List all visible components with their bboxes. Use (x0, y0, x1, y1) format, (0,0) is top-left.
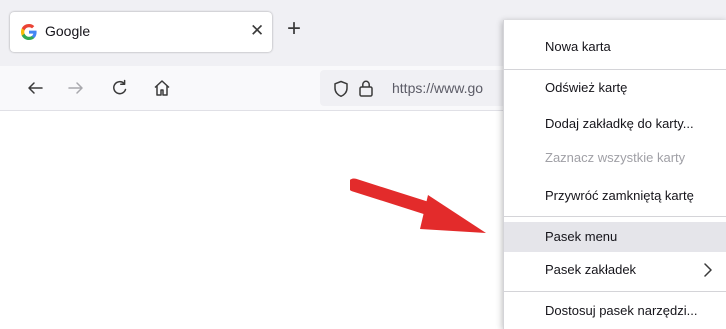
menu-item-new-tab[interactable]: Nowa karta (504, 32, 726, 62)
menu-item-label: Odśwież kartę (545, 80, 628, 95)
menu-item-customize-toolbar[interactable]: Dostosuj pasek narzędzi... (504, 296, 726, 326)
menu-item-bookmarks-toolbar[interactable]: Pasek zakładek (504, 255, 726, 285)
tab-close-icon[interactable]: ✕ (250, 21, 264, 41)
arrow-right-icon[interactable] (66, 78, 86, 98)
url-text[interactable]: https://www.go (392, 80, 483, 96)
menu-item-select-all-tabs: Zaznacz wszystkie karty (504, 143, 726, 173)
menu-item-label: Pasek menu (545, 229, 618, 244)
lock-icon[interactable] (358, 79, 374, 97)
new-tab-button[interactable]: + (287, 17, 301, 41)
tab-title: Google (45, 23, 91, 39)
shield-icon[interactable] (333, 80, 349, 98)
menu-item-reopen-closed-tab[interactable]: Przywróć zamkniętą kartę (504, 181, 726, 211)
menu-item-label: Dodaj zakładkę do karty... (545, 116, 694, 131)
menu-item-label: Dostosuj pasek narzędzi... (545, 303, 698, 318)
menu-item-label: Nowa karta (545, 39, 611, 54)
menu-item-label: Pasek zakładek (545, 262, 637, 277)
red-arrow-icon (350, 178, 486, 233)
menu-item-label: Przywróć zamkniętą kartę (545, 188, 694, 203)
home-icon[interactable] (152, 78, 172, 98)
arrow-left-icon[interactable] (25, 78, 45, 98)
menu-item-menu-bar[interactable]: Pasek menu (504, 222, 726, 252)
google-g-icon (21, 24, 37, 40)
menu-separator (504, 216, 726, 217)
tab-context-menu: Nowa karta Odśwież kartę Dodaj zakładkę … (503, 20, 726, 329)
reload-icon[interactable] (110, 78, 130, 98)
menu-separator (504, 291, 726, 292)
menu-item-reload-tab[interactable]: Odśwież kartę (504, 73, 726, 103)
chevron-right-icon (704, 263, 712, 277)
tab-google[interactable]: Google ✕ (10, 12, 272, 52)
menu-item-label: Zaznacz wszystkie karty (545, 150, 686, 165)
menu-separator (504, 69, 726, 70)
menu-item-bookmark-tab[interactable]: Dodaj zakładkę do karty... (504, 109, 726, 139)
